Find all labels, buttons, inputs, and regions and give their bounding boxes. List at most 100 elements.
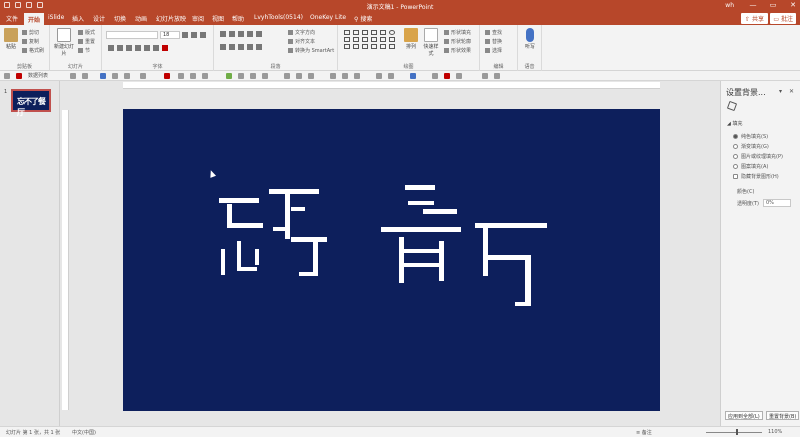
shrink-font-icon[interactable] [191,32,197,38]
tool-17-icon[interactable] [308,73,314,79]
line-shape-icon[interactable] [362,30,368,35]
shape-effects-button[interactable]: 形状效果 [444,47,471,54]
tab-onekey[interactable]: OneKey Lite [310,14,346,21]
arrowr-shape-icon[interactable] [344,44,350,49]
tool-11-icon[interactable] [226,73,232,79]
picture-fill-radio[interactable] [733,154,738,159]
solid-fill-option[interactable]: 纯色填充(S) [733,133,768,140]
font-name-field[interactable] [106,31,158,39]
hide-background-option[interactable]: 隐藏背景图形(H) [733,173,779,180]
tab-insert[interactable]: 插入 [72,14,84,23]
zoom-slider[interactable] [706,432,762,433]
section-button[interactable]: 节 [78,47,90,54]
picture-fill-option[interactable]: 图片或纹理填充(P) [733,153,783,160]
align-center-icon[interactable] [229,44,235,50]
layout-button[interactable]: 版式 [78,29,95,36]
horizontal-ruler[interactable] [123,82,660,89]
tool-1-icon[interactable] [70,73,76,79]
more-shapes-icon[interactable] [389,44,395,49]
user-name[interactable]: wh [725,2,734,9]
slide-thumbnail[interactable]: 忘不了餐厅 [11,89,51,117]
reset-button[interactable]: 重置 [78,38,95,45]
tool-6-icon[interactable] [140,73,146,79]
tab-design[interactable]: 设计 [93,14,105,23]
tab-islide[interactable]: iSlide [48,14,64,21]
tool-15-icon[interactable] [284,73,290,79]
tool-23-icon[interactable] [410,73,416,79]
zoom-slider-thumb[interactable] [736,429,738,435]
close-button[interactable]: ✕ [788,1,798,9]
tool-16-icon[interactable] [296,73,302,79]
increase-indent-icon[interactable] [247,31,253,37]
search-box[interactable]: ⚲ 搜索 [354,14,372,23]
gradient-fill-radio[interactable] [733,144,738,149]
clear-format-icon[interactable] [200,32,206,38]
columns-icon[interactable] [256,44,262,50]
brace-shape-icon[interactable] [389,37,395,42]
font-size-field[interactable]: 18 [160,31,180,39]
vertical-ruler[interactable] [62,110,69,410]
arrow-shape-icon[interactable] [371,30,377,35]
tab-view[interactable]: 视图 [212,14,224,23]
tool-21-icon[interactable] [376,73,382,79]
notes-button[interactable]: ≡ 备注 [636,429,652,436]
char-spacing-icon[interactable] [144,45,150,51]
restore-button[interactable]: ▭ [768,1,778,9]
roundrect-shape-icon[interactable] [344,37,350,42]
text-direction-button[interactable]: 文字方向 [288,29,315,36]
bullets-icon[interactable] [220,31,226,37]
change-case-icon[interactable] [153,45,159,51]
tab-file[interactable]: 文件 [6,14,18,23]
italic-icon[interactable] [117,45,123,51]
tool-27-icon[interactable] [482,73,488,79]
tool-19-icon[interactable] [342,73,348,79]
tool-24-icon[interactable] [432,73,438,79]
rect-shape-icon[interactable] [344,30,350,35]
tool-28-icon[interactable] [494,73,500,79]
zoom-level[interactable]: 110% [768,429,782,435]
cut-button[interactable]: 剪切 [22,29,39,36]
underline-icon[interactable] [126,45,132,51]
tool-4-icon[interactable] [112,73,118,79]
record-icon[interactable] [16,73,22,79]
numbering-icon[interactable] [229,31,235,37]
comments-button[interactable]: ▭ 批注 [770,13,796,24]
slide-title-artwork[interactable] [123,109,660,411]
font-tool-icon[interactable] [4,73,10,79]
tool-26-icon[interactable] [456,73,462,79]
textbox-shape-icon[interactable] [353,30,359,35]
zoom-list-dropdown[interactable]: 数据列表 [28,72,48,79]
pane-close-button[interactable]: ✕ [789,88,794,95]
dictate-button[interactable]: 听写 [521,28,539,50]
tool-3-icon[interactable] [100,73,106,79]
tool-8-icon[interactable] [178,73,184,79]
tool-12-icon[interactable] [238,73,244,79]
select-button[interactable]: 选择 [485,47,502,54]
hide-background-checkbox[interactable] [733,174,738,179]
tool-9-icon[interactable] [190,73,196,79]
find-button[interactable]: 查找 [485,29,502,36]
align-left-icon[interactable] [220,44,226,50]
triangle-shape-icon[interactable] [353,37,359,42]
tool-25-icon[interactable] [444,73,450,79]
justify-icon[interactable] [247,44,253,50]
pattern-fill-radio[interactable] [733,164,738,169]
grow-font-icon[interactable] [182,32,188,38]
decrease-indent-icon[interactable] [238,31,244,37]
minimize-button[interactable]: — [748,1,758,9]
tab-review[interactable]: 审阅 [192,14,204,23]
tab-home[interactable]: 开始 [24,13,45,25]
oval-shape-icon[interactable] [389,30,395,35]
format-painter-button[interactable]: 格式刷 [22,47,44,54]
freeform-shape-icon[interactable] [380,44,386,49]
shapes-gallery[interactable] [344,30,396,49]
bracket-shape-icon[interactable] [371,44,377,49]
pattern-fill-option[interactable]: 图案填充(A) [733,163,768,170]
elbow-shape-icon[interactable] [362,37,368,42]
shape-outline-button[interactable]: 形状轮廓 [444,38,471,45]
reset-background-button[interactable]: 重置背景(B) [766,411,800,420]
strikethrough-icon[interactable] [135,45,141,51]
line-spacing-icon[interactable] [256,31,262,37]
tool-22-icon[interactable] [388,73,394,79]
smartart-button[interactable]: 转换为 SmartArt [288,47,334,54]
